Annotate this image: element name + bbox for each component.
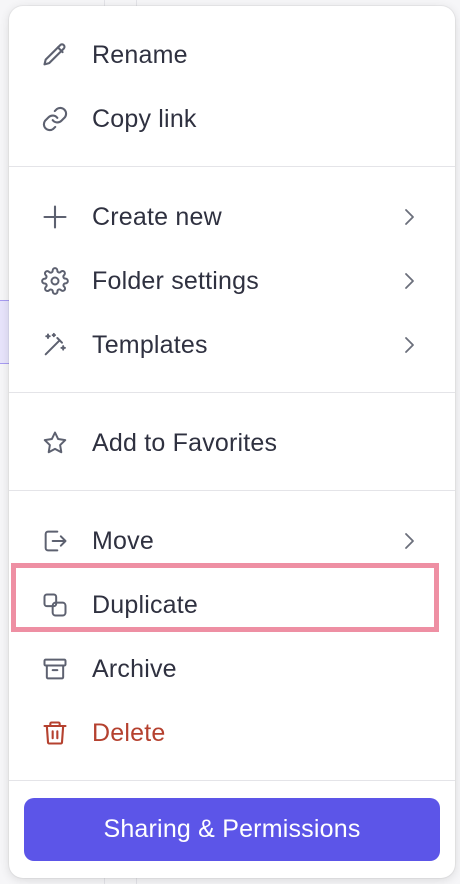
menu-item-label: Rename — [92, 41, 188, 69]
menu-item-duplicate[interactable]: Duplicate — [9, 573, 455, 637]
archive-box-icon — [41, 655, 69, 683]
menu-item-label: Copy link — [92, 105, 197, 133]
menu-item-delete[interactable]: Delete — [9, 701, 455, 765]
menu-item-folder-settings[interactable]: Folder settings — [9, 249, 455, 313]
context-menu: Rename Copy link Create new Folder setti… — [9, 6, 455, 878]
menu-item-label: Delete — [92, 719, 166, 747]
plus-icon — [41, 203, 69, 231]
magic-wand-icon — [41, 331, 69, 359]
trash-icon — [41, 719, 69, 747]
chevron-right-icon — [405, 273, 414, 289]
menu-item-label: Move — [92, 527, 154, 555]
menu-divider — [9, 780, 455, 781]
menu-item-create-new[interactable]: Create new — [9, 185, 455, 249]
menu-divider — [9, 490, 455, 491]
sharing-permissions-button[interactable]: Sharing & Permissions — [24, 798, 440, 861]
move-out-icon — [41, 527, 69, 555]
menu-item-move[interactable]: Move — [9, 509, 455, 573]
menu-item-label: Duplicate — [92, 591, 199, 619]
menu-item-add-to-favorites[interactable]: Add to Favorites — [9, 411, 455, 475]
menu-item-label: Add to Favorites — [92, 429, 278, 457]
menu-item-templates[interactable]: Templates — [9, 313, 455, 377]
menu-divider — [9, 166, 455, 167]
menu-item-label: Create new — [92, 203, 222, 231]
menu-item-rename[interactable]: Rename — [9, 23, 455, 87]
chevron-right-icon — [405, 337, 414, 353]
menu-item-label: Archive — [92, 655, 177, 683]
star-icon — [41, 429, 69, 457]
menu-item-label: Folder settings — [92, 267, 259, 295]
menu-item-copy-link[interactable]: Copy link — [9, 87, 455, 151]
menu-item-label: Templates — [92, 331, 208, 359]
link-icon — [41, 105, 69, 133]
gear-icon — [41, 267, 69, 295]
menu-item-archive[interactable]: Archive — [9, 637, 455, 701]
menu-divider — [9, 392, 455, 393]
chevron-right-icon — [405, 533, 414, 549]
pencil-icon — [41, 41, 69, 69]
duplicate-icon — [41, 591, 69, 619]
chevron-right-icon — [405, 209, 414, 225]
